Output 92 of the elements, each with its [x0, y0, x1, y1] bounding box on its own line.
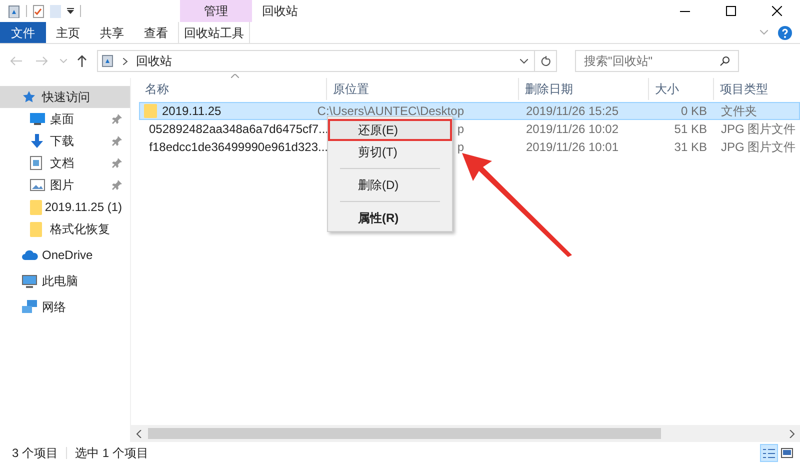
ribbon-tab[interactable]: 共享: [90, 22, 134, 43]
pin-icon[interactable]: [112, 158, 122, 168]
sidebar-item[interactable]: 图片: [0, 174, 130, 196]
address-path: 回收站: [136, 53, 172, 70]
sidebar-label: 网络: [42, 299, 66, 316]
menu-item[interactable]: 属性(R): [328, 207, 452, 229]
cloud-icon: [22, 250, 38, 260]
download-arrow-icon: [30, 134, 44, 148]
large-icons-view-icon: [781, 448, 793, 458]
star-icon: [22, 90, 36, 104]
network-icon: [22, 300, 38, 314]
tab-group-header: 管理: [180, 0, 252, 22]
sort-caret-icon: [231, 74, 239, 78]
sidebar-label: 下载: [50, 133, 74, 150]
deleted-date: 2019/11/26 10:01: [525, 139, 620, 156]
sidebar-item[interactable]: 2019.11.25 (1): [0, 196, 130, 218]
column-header[interactable]: 大小: [649, 78, 714, 100]
breadcrumb-chevron-icon: [123, 58, 128, 64]
desktop-icon: [30, 113, 45, 125]
menu-item[interactable]: 剪切(T): [328, 141, 452, 163]
sidebar-item[interactable]: OneDrive: [0, 244, 130, 266]
sidebar-label: 此电脑: [42, 273, 78, 290]
sidebar-label: 2019.11.25 (1): [44, 199, 122, 216]
sidebar-item[interactable]: 快速访问: [0, 86, 130, 108]
refresh-icon: [540, 56, 550, 66]
sidebar-label: 快速访问: [42, 89, 90, 106]
sidebar-item[interactable]: 格式化恢复: [0, 218, 130, 240]
sidebar-label: 文档: [50, 155, 74, 172]
menu-item[interactable]: 还原(E): [328, 119, 452, 141]
view-button[interactable]: [760, 444, 778, 462]
column-header[interactable]: 删除日期: [519, 78, 649, 100]
search-field[interactable]: 搜索"回收站": [575, 50, 739, 72]
sidebar-item[interactable]: 此电脑: [0, 270, 130, 292]
column-header[interactable]: 名称: [139, 78, 327, 100]
file-name: 052892482aa348a6a7d6475cf7...: [149, 121, 329, 138]
column-header[interactable]: 原位置: [327, 78, 519, 100]
search-icon: [720, 56, 730, 66]
help-icon[interactable]: [778, 26, 792, 40]
folder-icon: [30, 222, 42, 236]
sidebar-label: 桌面: [50, 111, 74, 128]
original-location: p: [457, 121, 464, 138]
selection-count: 选中 1 个项目: [75, 445, 148, 462]
recycle-bin-icon: [102, 55, 113, 67]
maximize-icon: [726, 6, 736, 16]
sidebar-item[interactable]: 桌面: [0, 108, 130, 130]
folder-icon: [30, 200, 42, 214]
sidebar-label: 格式化恢复: [50, 221, 110, 238]
horizontal-scrollbar[interactable]: [131, 425, 800, 442]
deleted-date: 2019/11/26 10:02: [525, 121, 620, 138]
item-count: 3 个项目: [12, 445, 58, 462]
window-title: 回收站: [262, 3, 298, 20]
item-type: 文件夹: [720, 103, 758, 120]
sidebar-item[interactable]: 网络: [0, 296, 130, 318]
menu-item[interactable]: 删除(D): [328, 174, 452, 196]
annotation-arrow-icon: [462, 153, 572, 257]
computer-icon: [22, 274, 37, 288]
scrollbar-thumb[interactable]: [148, 428, 661, 439]
picture-icon: [30, 179, 45, 191]
pin-icon[interactable]: [112, 136, 122, 146]
search-input[interactable]: 搜索"回收站": [584, 52, 720, 70]
column-header[interactable]: 项目类型: [714, 78, 800, 100]
original-location: C:\Users\AUNTEC\Desktop: [317, 103, 464, 120]
sidebar-label: OneDrive: [42, 247, 93, 264]
ribbon-tab[interactable]: 主页: [46, 22, 90, 43]
original-location: p: [457, 139, 464, 156]
sidebar-label: 图片: [50, 177, 74, 194]
pin-icon[interactable]: [112, 180, 122, 190]
chevron-down-icon[interactable]: [520, 58, 528, 64]
document-icon: [30, 156, 42, 170]
sidebar-item[interactable]: 下载: [0, 130, 130, 152]
dropdown-icon[interactable]: [67, 8, 74, 14]
item-type: JPG 图片文件: [720, 139, 797, 156]
file-size: 51 KB: [673, 121, 708, 138]
properties-icon[interactable]: [33, 4, 44, 18]
ribbon-tab[interactable]: 回收站工具: [178, 22, 250, 43]
folder-icon: [144, 104, 157, 118]
ribbon-tab[interactable]: 查看: [134, 22, 178, 43]
details-view-icon: [763, 448, 775, 458]
file-name: 2019.11.25: [162, 103, 222, 120]
minimize-icon: [680, 10, 690, 12]
item-type: JPG 图片文件: [720, 121, 797, 138]
deleted-date: 2019/11/26 15:25: [525, 103, 620, 120]
file-size: 0 KB: [680, 103, 708, 120]
close-icon: [772, 6, 782, 16]
file-name: f18edcc1de36499990e961d323...: [149, 139, 328, 156]
pin-icon[interactable]: [112, 114, 122, 124]
address-bar[interactable]: 回收站: [97, 50, 557, 72]
sidebar-item[interactable]: 文档: [0, 152, 130, 174]
up-arrow-icon[interactable]: [77, 55, 87, 67]
ribbon-tab[interactable]: 文件: [0, 22, 46, 43]
recycle-bin-icon[interactable]: [8, 4, 20, 18]
file-size: 31 KB: [673, 139, 708, 156]
